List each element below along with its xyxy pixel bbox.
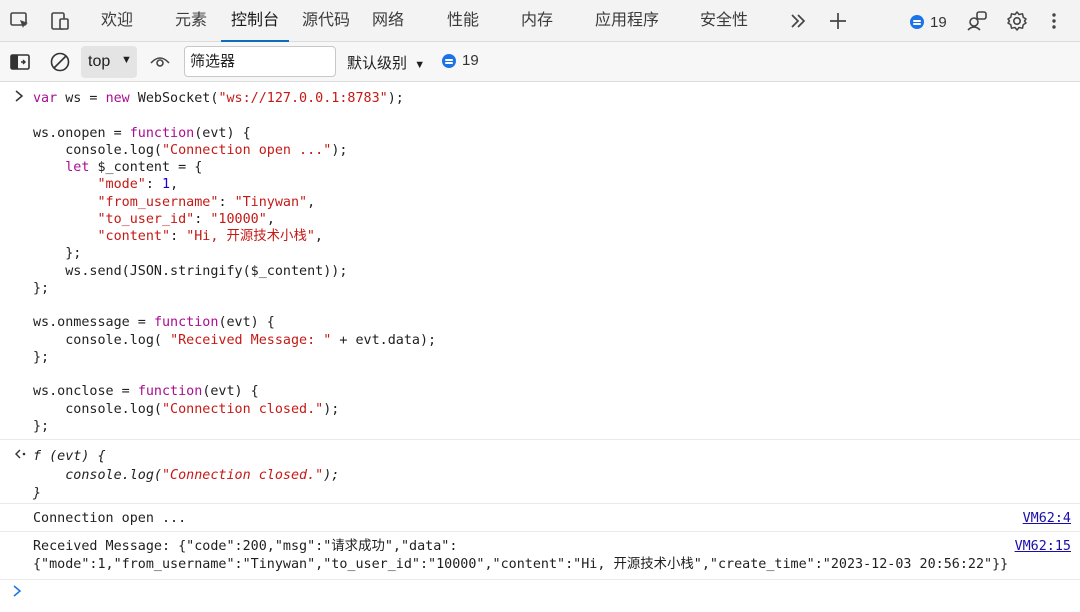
- issues-count: 19: [930, 13, 947, 31]
- issues-counter[interactable]: 19: [442, 52, 479, 69]
- tab-elements[interactable]: 元素: [173, 0, 209, 42]
- code-line: console.log("Connection closed.");: [33, 401, 340, 417]
- context-label: top: [88, 53, 111, 70]
- eye-icon[interactable]: [148, 50, 172, 74]
- tab-security[interactable]: 安全性: [698, 0, 750, 42]
- code-line: var ws = new WebSocket("ws://127.0.0.1:8…: [33, 91, 404, 106]
- code-line: "mode": 1,: [97, 177, 179, 193]
- code-line: console.log("Connection closed.");: [33, 467, 340, 483]
- code-line: "from_username": "Tinywan",: [97, 194, 316, 210]
- code-line: console.log("Connection open ...");: [33, 142, 348, 158]
- code-line: f (evt) {: [33, 449, 106, 464]
- log-source-link[interactable]: VM62:15: [1015, 538, 1071, 555]
- code-line: };: [33, 246, 82, 262]
- tab-performance[interactable]: 性能: [445, 0, 481, 42]
- log-message-continued: {"mode":1,"from_username":"Tinywan","to_…: [33, 557, 1009, 572]
- devtools-tab-bar: 欢迎 元素 控制台 源代码 网络 性能 内存 应用程序 安全性 19: [0, 0, 1080, 42]
- code-line: let $_content = {: [65, 160, 203, 175]
- console-log-entry: Connection open ... VM62:4: [0, 504, 1080, 532]
- log-message: Received Message: {"code":200,"msg":"请求成…: [33, 539, 458, 554]
- filter-input[interactable]: [184, 46, 336, 77]
- code-line: ws.onmessage = function(evt) {: [33, 315, 275, 331]
- chevron-double-right-icon[interactable]: [786, 9, 810, 33]
- issues-badge[interactable]: 19: [910, 13, 947, 31]
- code-line: "to_user_id": "10000",: [97, 211, 275, 227]
- code-line: };: [33, 280, 50, 296]
- code-line: }: [33, 486, 42, 501]
- console-result-entry: f (evt) { console.log("Connection closed…: [0, 440, 1080, 504]
- sidebar-toggle-icon[interactable]: [8, 50, 32, 74]
- clear-console-icon[interactable]: [48, 50, 72, 74]
- tab-memory[interactable]: 内存: [519, 0, 555, 42]
- console-toolbar: top ▼ 默认级别 ▼ 19: [0, 42, 1080, 82]
- tab-network[interactable]: 网络: [370, 0, 406, 42]
- people-icon[interactable]: [965, 9, 989, 33]
- console-output: var ws = new WebSocket("ws://127.0.0.1:8…: [0, 82, 1080, 612]
- kebab-menu-icon[interactable]: [1042, 9, 1066, 33]
- plus-icon[interactable]: [826, 9, 850, 33]
- gear-icon[interactable]: [1005, 9, 1029, 33]
- log-levels-label: 默认级别: [347, 55, 408, 72]
- issues-counter-value: 19: [462, 52, 479, 69]
- tab-welcome[interactable]: 欢迎: [99, 0, 135, 42]
- code-line: };: [33, 349, 50, 365]
- console-log-entry: Received Message: {"code":200,"msg":"请求成…: [0, 532, 1080, 580]
- context-selector[interactable]: top ▼: [81, 46, 137, 78]
- tab-sources[interactable]: 源代码: [300, 0, 352, 42]
- code-line: ws.onclose = function(evt) {: [33, 384, 259, 400]
- console-prompt[interactable]: [12, 582, 22, 601]
- tab-application[interactable]: 应用程序: [593, 0, 661, 42]
- chevron-right-icon: [14, 90, 24, 106]
- log-message: Connection open ...: [33, 511, 187, 526]
- code-line: console.log( "Received Message: " + evt.…: [33, 332, 437, 348]
- code-line: "content": "Hi, 开源技术小栈",: [97, 229, 323, 244]
- code-line: ws.send(JSON.stringify($_content));: [33, 263, 348, 279]
- inspect-element-icon[interactable]: [8, 9, 32, 33]
- return-arrow-icon: [14, 448, 26, 464]
- log-source-link[interactable]: VM62:4: [1023, 510, 1071, 527]
- message-bubble-icon: [910, 15, 924, 29]
- caret-down-icon: ▼: [414, 59, 426, 71]
- tab-console[interactable]: 控制台: [221, 0, 289, 42]
- code-line: ws.onopen = function(evt) {: [33, 125, 251, 141]
- console-input-entry: var ws = new WebSocket("ws://127.0.0.1:8…: [0, 82, 1080, 440]
- caret-down-icon: ▼: [121, 54, 132, 66]
- device-toolbar-icon[interactable]: [48, 9, 72, 33]
- log-levels-dropdown[interactable]: 默认级别 ▼: [347, 52, 425, 73]
- code-line: };: [33, 418, 50, 434]
- message-bubble-icon: [442, 53, 456, 68]
